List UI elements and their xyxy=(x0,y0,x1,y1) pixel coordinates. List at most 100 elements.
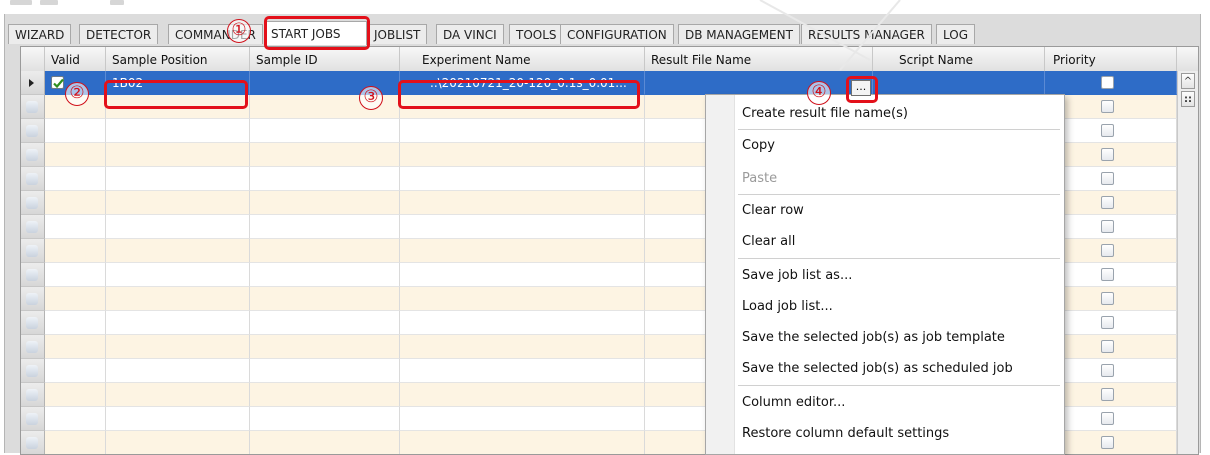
priority-checkbox[interactable] xyxy=(1101,364,1114,377)
table-cell[interactable] xyxy=(106,311,250,335)
table-cell[interactable] xyxy=(45,239,106,263)
tab-joblist[interactable]: JOBLIST xyxy=(367,24,428,44)
table-cell[interactable] xyxy=(45,359,106,383)
cell-priority[interactable] xyxy=(1045,71,1177,95)
menu-item-load-job-list[interactable]: Load job list... xyxy=(742,292,833,320)
priority-checkbox[interactable] xyxy=(1101,340,1114,353)
table-cell[interactable] xyxy=(106,239,250,263)
row-header[interactable] xyxy=(21,143,45,167)
cell-script-name[interactable] xyxy=(873,71,1045,95)
table-cell[interactable] xyxy=(400,239,645,263)
row-header[interactable] xyxy=(21,311,45,335)
cell-result-file-name[interactable] xyxy=(645,71,873,95)
row-header[interactable] xyxy=(21,383,45,407)
menu-item-column-editor[interactable]: Column editor... xyxy=(742,388,845,416)
table-cell[interactable] xyxy=(250,383,400,407)
table-cell[interactable] xyxy=(106,359,250,383)
tab-configuration[interactable]: CONFIGURATION xyxy=(560,24,674,44)
table-cell[interactable] xyxy=(250,335,400,359)
priority-checkbox[interactable] xyxy=(1101,172,1114,185)
scroll-up-button[interactable]: ^ xyxy=(1181,73,1195,89)
column-priority[interactable]: Priority xyxy=(1045,47,1177,71)
table-cell[interactable] xyxy=(250,191,400,215)
table-cell[interactable] xyxy=(106,287,250,311)
priority-checkbox[interactable] xyxy=(1101,244,1114,257)
table-cell[interactable] xyxy=(45,263,106,287)
priority-checkbox[interactable] xyxy=(1101,76,1114,89)
row-header[interactable] xyxy=(21,287,45,311)
table-cell[interactable] xyxy=(45,191,106,215)
menu-item-clear-all[interactable]: Clear all xyxy=(742,227,795,255)
menu-item-copy[interactable]: Copy xyxy=(742,131,775,159)
row-header[interactable] xyxy=(21,95,45,119)
table-cell[interactable] xyxy=(106,383,250,407)
priority-checkbox[interactable] xyxy=(1101,124,1114,137)
table-cell[interactable] xyxy=(400,335,645,359)
row-header[interactable] xyxy=(21,239,45,263)
row-header[interactable] xyxy=(21,431,45,454)
table-cell[interactable] xyxy=(400,167,645,191)
table-cell[interactable] xyxy=(106,143,250,167)
table-cell[interactable] xyxy=(45,407,106,431)
tab-detector[interactable]: DETECTOR xyxy=(79,24,159,44)
table-cell[interactable] xyxy=(106,119,250,143)
table-cell[interactable] xyxy=(250,119,400,143)
row-header[interactable] xyxy=(21,407,45,431)
table-cell[interactable] xyxy=(400,383,645,407)
priority-checkbox[interactable] xyxy=(1101,436,1114,449)
valid-checkbox[interactable] xyxy=(51,76,64,89)
table-cell[interactable] xyxy=(45,215,106,239)
column-script-name[interactable]: Script Name xyxy=(873,47,1045,71)
table-cell[interactable] xyxy=(400,143,645,167)
priority-checkbox[interactable] xyxy=(1101,268,1114,281)
menu-item-save-as-job-template[interactable]: Save the selected job(s) as job template xyxy=(742,323,1005,351)
row-header[interactable] xyxy=(21,335,45,359)
tab-log[interactable]: LOG xyxy=(936,24,976,44)
table-cell[interactable] xyxy=(250,359,400,383)
priority-checkbox[interactable] xyxy=(1101,412,1114,425)
tab-tools[interactable]: TOOLS xyxy=(509,24,564,44)
row-header[interactable] xyxy=(21,359,45,383)
table-cell[interactable] xyxy=(45,119,106,143)
row-header[interactable] xyxy=(21,263,45,287)
row-header[interactable] xyxy=(21,215,45,239)
priority-checkbox[interactable] xyxy=(1101,220,1114,233)
column-valid[interactable]: Valid xyxy=(45,47,106,71)
table-cell[interactable] xyxy=(106,167,250,191)
table-cell[interactable] xyxy=(106,191,250,215)
priority-checkbox[interactable] xyxy=(1101,292,1114,305)
table-cell[interactable] xyxy=(250,143,400,167)
menu-item-restore-column-defaults[interactable]: Restore column default settings xyxy=(742,419,949,447)
priority-checkbox[interactable] xyxy=(1101,316,1114,329)
priority-checkbox[interactable] xyxy=(1101,100,1114,113)
table-cell[interactable] xyxy=(400,311,645,335)
row-header[interactable] xyxy=(21,71,45,95)
tab-results-manager[interactable]: RESULTS MANAGER xyxy=(801,24,932,44)
table-cell[interactable] xyxy=(45,311,106,335)
row-header[interactable] xyxy=(21,119,45,143)
table-cell[interactable] xyxy=(250,239,400,263)
table-cell[interactable] xyxy=(400,287,645,311)
menu-item-paste[interactable]: Paste xyxy=(742,164,777,192)
column-sample-position[interactable]: Sample Position xyxy=(106,47,250,71)
table-cell[interactable] xyxy=(250,263,400,287)
scroll-grip-icon[interactable]: :: xyxy=(1181,91,1195,107)
priority-checkbox[interactable] xyxy=(1101,388,1114,401)
column-sample-id[interactable]: Sample ID xyxy=(250,47,400,71)
menu-item-save-as-scheduled-job[interactable]: Save the selected job(s) as scheduled jo… xyxy=(742,354,1013,382)
table-cell[interactable] xyxy=(250,407,400,431)
vertical-scrollbar[interactable]: ^ :: xyxy=(1177,71,1198,454)
column-result-file-name[interactable]: Result File Name xyxy=(645,47,873,71)
table-cell[interactable] xyxy=(400,215,645,239)
table-cell[interactable] xyxy=(400,407,645,431)
table-cell[interactable] xyxy=(250,287,400,311)
row-header[interactable] xyxy=(21,167,45,191)
table-cell[interactable] xyxy=(106,335,250,359)
table-cell[interactable] xyxy=(45,431,106,454)
priority-checkbox[interactable] xyxy=(1101,196,1114,209)
tab-db-management[interactable]: DB MANAGEMENT xyxy=(678,24,800,44)
table-cell[interactable] xyxy=(106,431,250,454)
priority-checkbox[interactable] xyxy=(1101,148,1114,161)
table-cell[interactable] xyxy=(250,215,400,239)
table-cell[interactable] xyxy=(45,335,106,359)
